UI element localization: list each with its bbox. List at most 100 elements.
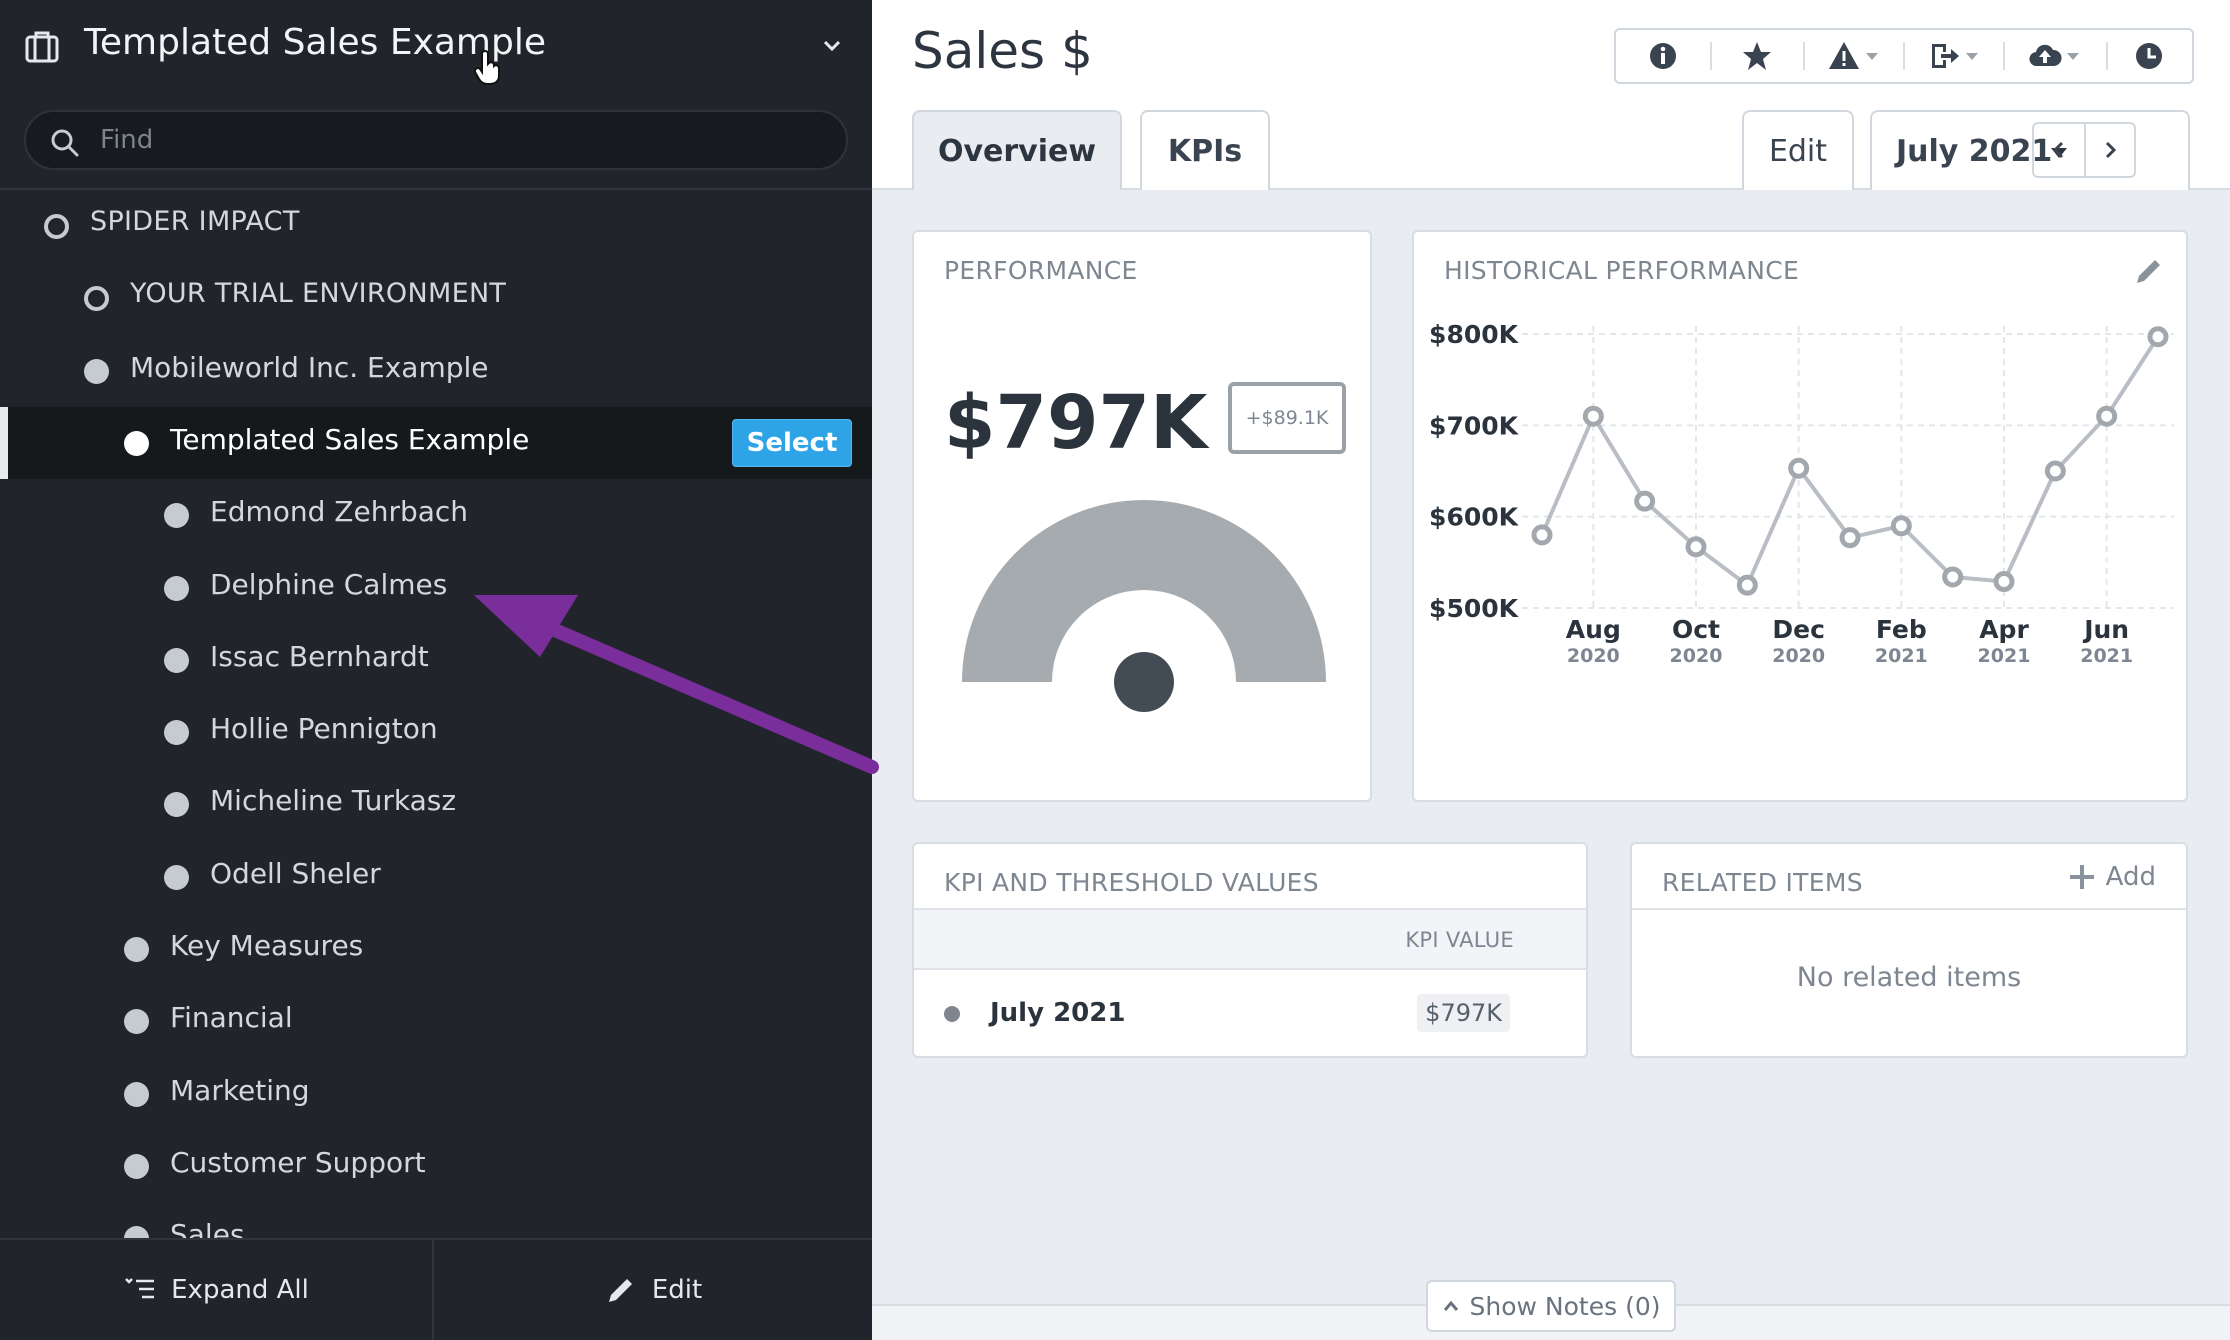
search-input[interactable] bbox=[100, 112, 820, 168]
tree-item[interactable]: SPIDER IMPACT bbox=[0, 190, 872, 262]
tree-item-label: Issac Bernhardt bbox=[210, 639, 429, 673]
node-dot-icon bbox=[124, 1009, 149, 1035]
x-tick-month: Jun bbox=[2082, 615, 2129, 644]
performance-delta: +$89.1K bbox=[1228, 382, 1346, 454]
chevron-up-icon bbox=[1443, 1300, 1458, 1311]
data-point bbox=[1685, 536, 1707, 558]
tree-item[interactable]: Marketing bbox=[0, 1058, 872, 1130]
data-point bbox=[1531, 524, 1553, 546]
x-tick-year: 2020 bbox=[1567, 645, 1620, 667]
tree-item[interactable]: Customer Support bbox=[0, 1130, 872, 1202]
sidebar-edit-button[interactable]: Edit bbox=[436, 1240, 870, 1340]
icon-toolbar bbox=[1614, 28, 2194, 84]
node-dot-icon bbox=[84, 358, 109, 384]
tree-item-label: Financial bbox=[170, 1001, 293, 1035]
kpi-value-column-header: KPI VALUE bbox=[1405, 928, 1514, 952]
tree-item[interactable]: Micheline Turkasz bbox=[0, 768, 872, 840]
pencil-icon bbox=[608, 1279, 632, 1302]
star-icon bbox=[1742, 42, 1771, 70]
history-button[interactable] bbox=[2106, 30, 2192, 82]
expand-all-button[interactable]: Expand All bbox=[0, 1240, 434, 1340]
performance-card: PERFORMANCE $797K +$89.1K bbox=[912, 230, 1372, 802]
node-dot-icon bbox=[164, 575, 189, 601]
chevron-left-icon bbox=[2052, 141, 2064, 159]
period-label: July 2021 bbox=[1896, 133, 2053, 169]
show-notes-label: Show Notes (0) bbox=[1469, 1291, 1661, 1321]
hierarchy-tree: SPIDER IMPACT YOUR TRIAL ENVIRONMENT Mobil… bbox=[0, 190, 872, 1238]
plus-icon bbox=[2069, 865, 2094, 889]
kpi-row-value: $797K bbox=[1417, 994, 1510, 1032]
tree-item-label: Customer Support bbox=[170, 1145, 426, 1179]
node-ring-icon bbox=[84, 286, 109, 312]
export-button[interactable] bbox=[1903, 30, 2003, 82]
tree-item-label: Hollie Pennigton bbox=[210, 712, 438, 746]
tree-item[interactable]: Hollie Pennigton bbox=[0, 696, 872, 768]
tree-item[interactable]: Delphine Calmes bbox=[0, 552, 872, 624]
performance-title: PERFORMANCE bbox=[944, 256, 1138, 285]
alerts-button[interactable] bbox=[1803, 30, 1903, 82]
empty-state-text: No related items bbox=[1796, 962, 2022, 993]
select-button[interactable]: Select bbox=[732, 418, 852, 467]
period-selector[interactable]: July 2021 bbox=[1870, 110, 2190, 190]
page-header: Sales $ Overview KPIs Edit July 2021 bbox=[872, 0, 2230, 190]
chevron-down-icon[interactable] bbox=[820, 34, 844, 58]
y-tick-label: $700K bbox=[1429, 411, 1520, 440]
warning-icon bbox=[1829, 42, 1860, 69]
caret-down-icon bbox=[1965, 53, 1978, 60]
y-tick-label: $600K bbox=[1429, 503, 1520, 532]
tab-kpis[interactable]: KPIs bbox=[1140, 110, 1270, 190]
period-nav bbox=[2032, 122, 2136, 178]
tree-item[interactable]: Financial bbox=[0, 985, 872, 1057]
tree-item[interactable]: Sales bbox=[0, 1202, 872, 1238]
info-icon bbox=[1649, 43, 1676, 69]
pencil-icon[interactable] bbox=[2132, 254, 2166, 288]
tree-item[interactable]: Edmond Zehrbach bbox=[0, 479, 872, 551]
tree-item-label: Mobileworld Inc. Example bbox=[130, 350, 489, 384]
tree-item-label: Marketing bbox=[170, 1073, 310, 1107]
tree-item[interactable]: Odell Sheler bbox=[0, 841, 872, 913]
data-point bbox=[1839, 527, 1861, 549]
node-dot-icon bbox=[164, 720, 189, 746]
kpi-row-period: July 2021 bbox=[990, 998, 1126, 1028]
upload-button[interactable] bbox=[2002, 30, 2107, 82]
expand-all-label: Expand All bbox=[171, 1275, 309, 1305]
info-button[interactable] bbox=[1616, 30, 1710, 82]
data-point bbox=[1736, 574, 1758, 596]
hand-cursor-icon bbox=[474, 50, 500, 85]
node-dot-icon bbox=[164, 792, 189, 818]
main-panel: Sales $ Overview KPIs Edit July 2021 PER… bbox=[872, 0, 2230, 1340]
favorite-button[interactable] bbox=[1709, 30, 1804, 82]
table-row[interactable]: July 2021 $797K bbox=[914, 970, 1586, 1056]
node-dot-icon bbox=[164, 647, 189, 673]
historical-line-chart: $500K$600K$700K$800KAug2020Oct2020Dec202… bbox=[1429, 320, 2174, 667]
status-dot bbox=[944, 1006, 960, 1022]
x-tick-month: Feb bbox=[1876, 615, 1927, 644]
y-tick-label: $800K bbox=[1429, 320, 1520, 349]
tree-item[interactable]: Mobileworld Inc. Example bbox=[0, 335, 872, 407]
kpi-threshold-title: KPI AND THRESHOLD VALUES bbox=[944, 868, 1319, 897]
related-items-title: RELATED ITEMS bbox=[1662, 868, 1863, 897]
show-notes-button[interactable]: Show Notes (0) bbox=[1426, 1280, 1676, 1332]
add-related-item-button[interactable]: Add bbox=[2068, 862, 2156, 892]
performance-value: $797K bbox=[944, 380, 1208, 466]
chevron-right-icon bbox=[2105, 141, 2117, 159]
tree-item[interactable]: YOUR TRIAL ENVIRONMENT bbox=[0, 262, 872, 334]
data-point bbox=[1634, 490, 1656, 512]
clock-icon bbox=[2136, 43, 2163, 69]
sidebar-header[interactable]: Templated Sales Example bbox=[0, 0, 872, 96]
previous-period-button[interactable] bbox=[2034, 124, 2084, 176]
data-point bbox=[1993, 571, 2015, 593]
tree-item[interactable]: Key Measures bbox=[0, 913, 872, 985]
data-point bbox=[2147, 326, 2169, 348]
gauge-needle-hub bbox=[1114, 652, 1174, 712]
tab-overview[interactable]: Overview bbox=[912, 110, 1122, 190]
tree-item[interactable]: Templated Sales Example Select bbox=[0, 406, 872, 479]
next-period-button[interactable] bbox=[2084, 124, 2134, 176]
x-tick-year: 2021 bbox=[1875, 645, 1928, 667]
kpi-table-header: KPI VALUE bbox=[914, 908, 1586, 970]
search-box[interactable] bbox=[24, 110, 848, 170]
tree-item[interactable]: Issac Bernhardt bbox=[0, 624, 872, 696]
x-tick-month: Dec bbox=[1772, 615, 1825, 644]
data-point bbox=[1582, 405, 1604, 427]
edit-tab-button[interactable]: Edit bbox=[1742, 110, 1854, 190]
